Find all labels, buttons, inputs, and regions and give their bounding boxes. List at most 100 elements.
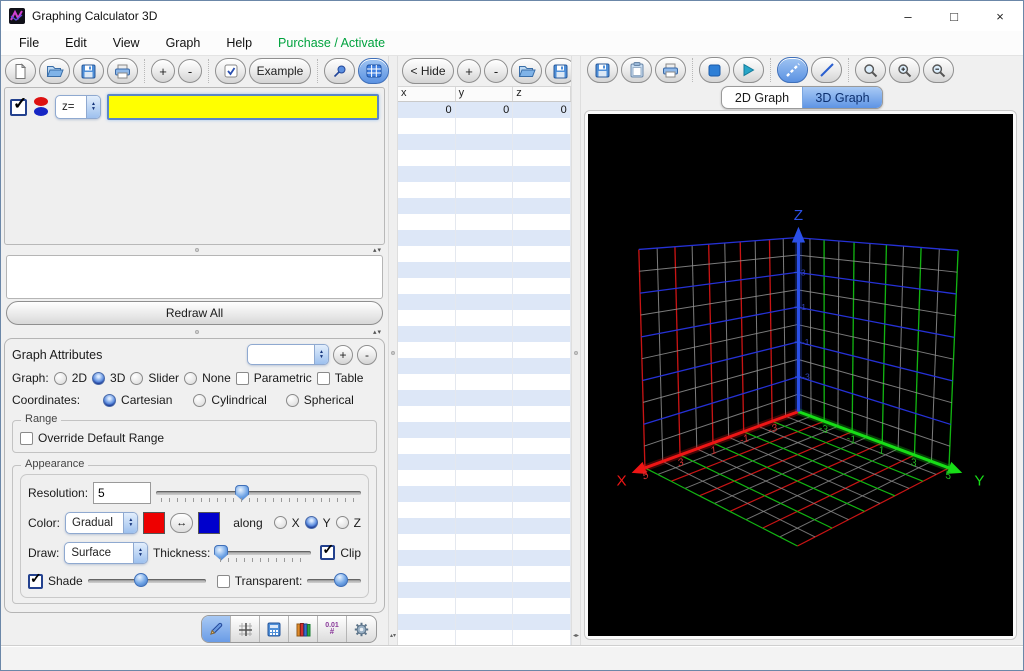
table-cell[interactable] (456, 278, 514, 294)
table-cell[interactable] (513, 214, 571, 230)
table-row[interactable] (398, 358, 571, 374)
table-cell[interactable] (456, 406, 514, 422)
table-row[interactable] (398, 406, 571, 422)
table-row[interactable] (398, 582, 571, 598)
table-cell[interactable] (456, 422, 514, 438)
stepper-icon[interactable]: ▲ ▼ (86, 96, 100, 118)
remove-attribute-button[interactable]: - (357, 344, 377, 365)
table-cell[interactable] (513, 566, 571, 582)
table-cell[interactable] (398, 614, 456, 630)
table-cell[interactable] (513, 438, 571, 454)
table-cell[interactable] (513, 630, 571, 645)
table-row[interactable] (398, 118, 571, 134)
table-cell[interactable] (398, 598, 456, 614)
table-row[interactable] (398, 534, 571, 550)
table-row[interactable] (398, 550, 571, 566)
table-cell[interactable] (513, 182, 571, 198)
along-z-radio[interactable] (335, 516, 349, 529)
splitter-handle[interactable] (574, 350, 578, 355)
splitter-handle[interactable] (391, 350, 395, 355)
spherical-radio[interactable] (285, 393, 299, 407)
table-cell[interactable] (513, 390, 571, 406)
table-cell[interactable] (398, 262, 456, 278)
graph-slider-radio[interactable] (130, 371, 144, 385)
graph-2d-radio[interactable] (53, 371, 67, 385)
table-cell[interactable] (456, 358, 514, 374)
shade-slider[interactable] (87, 571, 206, 591)
hide-table-button[interactable]: < Hide (402, 58, 454, 84)
table-cell[interactable] (513, 310, 571, 326)
menu-help[interactable]: Help (226, 36, 252, 50)
color-mode-select[interactable]: Gradual ▲ ▼ (65, 511, 139, 534)
transparent-checkbox[interactable] (216, 574, 230, 588)
table-cell[interactable]: 0 (513, 102, 571, 118)
stepper-icon[interactable]: ▲ ▼ (132, 542, 147, 563)
table-cell[interactable] (456, 550, 514, 566)
color-to-swatch[interactable] (198, 511, 221, 534)
table-cell[interactable] (398, 422, 456, 438)
table-cell[interactable] (456, 518, 514, 534)
table-row[interactable] (398, 630, 571, 645)
table-cell[interactable] (513, 454, 571, 470)
table-row[interactable] (398, 214, 571, 230)
menu-purchase-activate[interactable]: Purchase / Activate (278, 36, 385, 50)
table-cell[interactable] (398, 134, 456, 150)
table-cell[interactable] (456, 342, 514, 358)
table-cell[interactable] (513, 406, 571, 422)
cylindrical-radio[interactable] (193, 393, 207, 407)
table-cell[interactable] (513, 278, 571, 294)
table-cell[interactable] (513, 166, 571, 182)
zoom-button[interactable] (855, 57, 886, 83)
menu-edit[interactable]: Edit (65, 36, 87, 50)
table-cell[interactable] (513, 614, 571, 630)
table-cell[interactable] (456, 150, 514, 166)
table-cell[interactable] (398, 230, 456, 246)
table-cell[interactable] (456, 534, 514, 550)
table-cell[interactable] (456, 182, 514, 198)
pin-button[interactable] (324, 58, 355, 84)
along-y-radio[interactable] (304, 516, 318, 529)
print-graph-button[interactable] (655, 57, 686, 83)
horizontal-splitter[interactable]: ▴▾ (1, 327, 388, 337)
thickness-slider[interactable] (214, 543, 312, 563)
axes-mode-button[interactable] (231, 616, 260, 642)
splitter-arrows-icon[interactable]: ▴▾ (373, 246, 382, 254)
table-row[interactable] (398, 326, 571, 342)
table-row[interactable] (398, 486, 571, 502)
table-row[interactable] (398, 454, 571, 470)
splitter-arrows-icon[interactable]: ▴▾ (373, 328, 382, 336)
table-cell[interactable] (456, 118, 514, 134)
table-checkbox[interactable] (316, 371, 330, 385)
column-header-y[interactable]: y (456, 87, 514, 101)
draw-mode-select[interactable]: Surface ▲ ▼ (64, 541, 148, 564)
table-cell[interactable] (456, 582, 514, 598)
table-cell[interactable] (398, 182, 456, 198)
table-cell[interactable] (513, 502, 571, 518)
settings-mode-button[interactable] (347, 616, 376, 642)
table-cell[interactable] (398, 566, 456, 582)
table-row[interactable] (398, 294, 571, 310)
shade-checkbox[interactable] (28, 570, 43, 589)
cartesian-radio[interactable] (103, 393, 117, 407)
table-row[interactable] (398, 422, 571, 438)
resolution-field[interactable] (93, 481, 152, 504)
save-button[interactable] (73, 58, 104, 84)
table-cell[interactable] (398, 486, 456, 502)
table-cell[interactable] (398, 294, 456, 310)
table-cell[interactable] (456, 246, 514, 262)
clip-checkbox[interactable] (320, 541, 336, 560)
add-row-button[interactable]: + (457, 59, 481, 83)
table-row[interactable] (398, 166, 571, 182)
table-cell[interactable] (398, 582, 456, 598)
table-cell[interactable]: 0 (398, 102, 456, 118)
open-table-button[interactable] (511, 58, 542, 84)
table-cell[interactable] (513, 326, 571, 342)
table-cell[interactable] (398, 374, 456, 390)
table-cell[interactable] (456, 374, 514, 390)
new-document-button[interactable] (5, 58, 36, 84)
splitter-handle[interactable] (194, 330, 199, 334)
table-cell[interactable] (456, 614, 514, 630)
table-cell[interactable] (398, 246, 456, 262)
plot-color-icon[interactable] (33, 96, 49, 118)
table-cell[interactable] (456, 454, 514, 470)
